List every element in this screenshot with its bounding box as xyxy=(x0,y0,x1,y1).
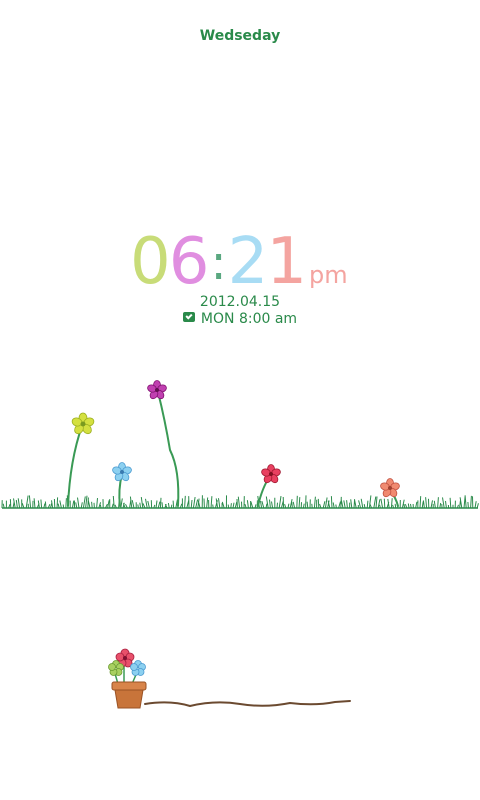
flower-purple xyxy=(147,380,167,400)
flower-stems xyxy=(67,391,399,507)
live-wallpaper-clock-screen: Wedseday 06:21 pm 2012.04.15 MON 8:00 am xyxy=(0,0,480,800)
root-line xyxy=(144,700,351,708)
flower-red xyxy=(261,464,281,484)
flower-pot xyxy=(111,681,147,709)
grass-strip xyxy=(1,495,479,509)
flower-yellow xyxy=(71,412,95,435)
garden-illustration xyxy=(1,380,479,709)
flower-salmon xyxy=(380,478,400,498)
potted-plant-icon[interactable] xyxy=(108,648,351,709)
pot-flowers xyxy=(108,648,146,685)
flower-blue xyxy=(112,462,132,482)
